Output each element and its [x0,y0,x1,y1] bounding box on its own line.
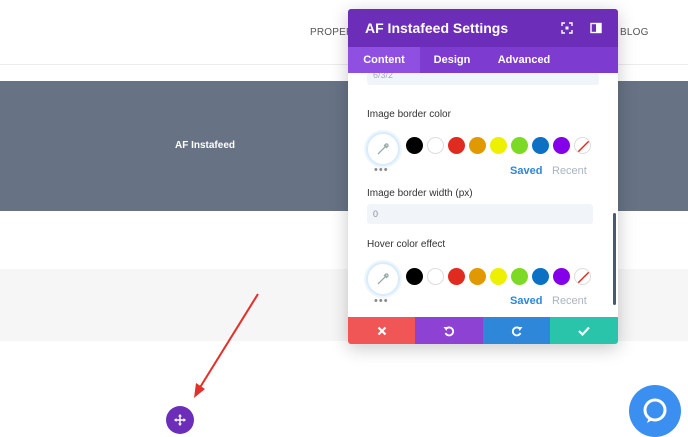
modal-header[interactable]: AF Instafeed Settings [348,9,618,47]
tab-design[interactable]: Design [426,47,478,73]
swatch-yellow[interactable] [490,137,507,154]
swatch-green[interactable] [511,268,528,285]
swatch-none[interactable] [574,137,591,154]
save-button[interactable] [550,317,618,344]
sidebar-toggle-icon[interactable] [588,20,604,36]
swatch-yellow[interactable] [490,268,507,285]
chat-widget-button[interactable] [629,385,681,437]
modal-title: AF Instafeed Settings [365,20,509,36]
previous-field-input[interactable]: 6/3/2 [367,73,599,85]
swatch-blue[interactable] [532,268,549,285]
swatch-black[interactable] [406,137,423,154]
recent-colors-link[interactable]: Recent [552,165,587,177]
swatch-red[interactable] [448,137,465,154]
saved-colors-link[interactable]: Saved [510,295,542,307]
swatch-purple[interactable] [553,268,570,285]
modal-footer [348,317,618,344]
chat-bubble-icon [643,398,667,423]
no-color-icon [575,138,590,153]
cancel-button[interactable] [348,317,415,344]
redo-icon [511,326,522,336]
scrollbar-thumb[interactable] [613,213,616,305]
image-border-color-picker[interactable] [366,132,400,166]
settings-modal: AF Instafeed Settings Content Design Adv… [348,9,618,344]
swatch-white[interactable] [427,268,444,285]
more-options-icon[interactable]: ••• [374,164,389,176]
swatch-green[interactable] [511,137,528,154]
modal-tabs: Content Design Advanced [348,47,618,73]
swatch-orange[interactable] [469,268,486,285]
undo-icon [443,326,455,336]
swatch-purple[interactable] [553,137,570,154]
eyedropper-icon [377,273,389,285]
hover-color-picker[interactable] [366,262,400,296]
eyedropper-icon [377,143,389,155]
tab-advanced[interactable]: Advanced [493,47,555,73]
image-border-width-label: Image border width (px) [367,188,473,199]
no-color-icon [575,269,590,284]
tab-content[interactable]: Content [348,47,420,73]
undo-button[interactable] [415,317,483,344]
recent-colors-link[interactable]: Recent [552,295,587,307]
swatch-red[interactable] [448,268,465,285]
swatch-blue[interactable] [532,137,549,154]
image-border-color-label: Image border color [367,109,451,120]
image-border-width-input[interactable] [367,204,593,224]
settings-content: 6/3/2 Image border color ••• Saved Recen… [348,73,618,317]
expand-icon[interactable] [559,20,575,36]
move-button[interactable] [166,406,194,434]
redo-button[interactable] [483,317,550,344]
more-options-icon[interactable]: ••• [374,295,389,307]
check-icon [578,326,590,336]
nav-link-blog[interactable]: BLOG [620,27,649,38]
close-icon [377,326,386,335]
swatch-none[interactable] [574,268,591,285]
hover-color-effect-label: Hover color effect [367,239,446,250]
move-arrows-icon [174,414,186,426]
swatch-white[interactable] [427,137,444,154]
swatch-black[interactable] [406,268,423,285]
swatch-orange[interactable] [469,137,486,154]
saved-colors-link[interactable]: Saved [510,165,542,177]
